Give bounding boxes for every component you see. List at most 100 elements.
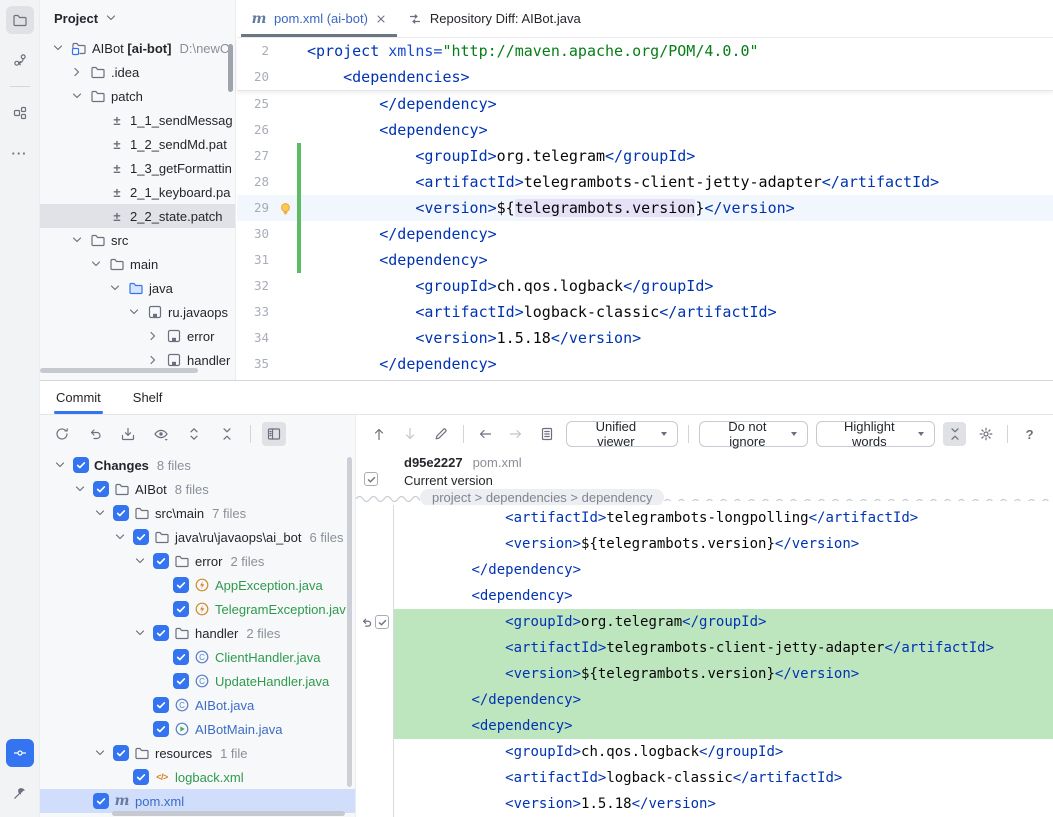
checkbox[interactable] [113, 745, 129, 761]
changes-tree-row[interactable]: src\main7 files [40, 501, 355, 525]
project-vertical-scrollbar[interactable] [228, 44, 233, 92]
stripe-more-button[interactable]: ··· [6, 139, 34, 167]
unified-viewer-dropdown[interactable]: Unified viewer [566, 421, 678, 447]
project-tree-row[interactable]: AIBot [ai-bot]D:\newC [40, 36, 235, 60]
project-panel-header[interactable]: Project [40, 0, 235, 36]
collapsed-region-separator[interactable]: project > dependencies > dependency [356, 489, 1053, 505]
changes-tree-row[interactable]: CAIBot.java [40, 693, 355, 717]
refresh-button[interactable] [50, 422, 74, 446]
arrow-down-button[interactable] [399, 422, 422, 446]
chevron-down-icon[interactable] [69, 88, 85, 104]
arrow-right-button[interactable] [505, 422, 528, 446]
expand-button[interactable] [182, 422, 206, 446]
changes-tree-row[interactable]: CUpdateHandler.java [40, 669, 355, 693]
project-tree-row[interactable]: patch [40, 84, 235, 108]
changes-tree-row[interactable]: mpom.xml [40, 789, 355, 813]
stripe-structure-button[interactable] [6, 99, 34, 127]
changes-tree-row[interactable]: AIBot8 files [40, 477, 355, 501]
editor-tab[interactable]: Repository Diff: AIBot.java [397, 0, 591, 37]
project-tree-row[interactable]: ru.javaops [40, 300, 235, 324]
chevron-down-icon[interactable] [69, 232, 85, 248]
undo-button[interactable] [83, 422, 107, 446]
chevron-down-icon[interactable] [92, 745, 108, 761]
changes-tree-row[interactable]: Changes8 files [40, 453, 355, 477]
changes-tree-row[interactable]: AppException.java [40, 573, 355, 597]
checkbox[interactable] [173, 673, 189, 689]
chevron-right-icon[interactable] [145, 352, 161, 368]
intention-bulb-icon[interactable] [277, 200, 293, 216]
editor-code[interactable]: 25 </dependency>26 <dependency>27 <group… [237, 91, 1053, 377]
checkbox[interactable] [133, 529, 149, 545]
stripe-vcs-button[interactable] [6, 46, 34, 74]
collapse-button[interactable] [943, 422, 966, 446]
toolwindow-tab-commit[interactable]: Commit [54, 381, 103, 414]
details-button[interactable] [262, 422, 286, 446]
changes-tree-row[interactable]: resources1 file [40, 741, 355, 765]
toolwindow-tab-shelf[interactable]: Shelf [131, 381, 165, 414]
changes-tree-row[interactable]: CClientHandler.java [40, 645, 355, 669]
diff-code[interactable]: <artifactId>telegrambots-longpolling</ar… [356, 505, 1053, 817]
arrow-left-button[interactable] [474, 422, 497, 446]
commit-vertical-scrollbar[interactable] [347, 457, 352, 787]
chevron-down-icon[interactable] [88, 256, 104, 272]
chevron-down-icon[interactable] [112, 529, 128, 545]
doc-button[interactable] [535, 422, 558, 446]
project-tree-row[interactable]: ±1_3_getFormattin [40, 156, 235, 180]
chevron-right-icon[interactable] [145, 328, 161, 344]
checkbox[interactable] [173, 601, 189, 617]
pencil-button[interactable] [430, 422, 453, 446]
project-tree-row[interactable]: ±2_1_keyboard.pa [40, 180, 235, 204]
do-not-ignore-dropdown[interactable]: Do not ignore [699, 421, 808, 447]
chevron-down-icon[interactable] [72, 481, 88, 497]
project-tree-row[interactable]: src [40, 228, 235, 252]
help-button[interactable]: ? [1018, 422, 1041, 446]
chevron-down-icon[interactable] [50, 40, 66, 56]
gear-button[interactable] [974, 422, 997, 446]
project-horizontal-scrollbar[interactable] [40, 368, 198, 373]
checkbox[interactable] [173, 649, 189, 665]
changes-tree-row[interactable]: java\ru\javaops\ai_bot6 files [40, 525, 355, 549]
changes-tree-row[interactable]: error2 files [40, 549, 355, 573]
checkbox[interactable] [153, 553, 169, 569]
chevron-down-icon[interactable] [92, 505, 108, 521]
chevron-down-icon[interactable] [132, 553, 148, 569]
rollback-change-icon[interactable] [359, 615, 373, 629]
project-tree-row[interactable]: java [40, 276, 235, 300]
project-tree-row[interactable]: ±2_2_state.patch [40, 204, 235, 228]
checkbox[interactable] [93, 481, 109, 497]
checkbox[interactable] [173, 577, 189, 593]
project-tree-row[interactable]: main [40, 252, 235, 276]
include-change-checkbox[interactable] [375, 615, 389, 629]
project-tree-row[interactable]: error [40, 324, 235, 348]
project-tree-row[interactable]: .idea [40, 60, 235, 84]
shelve-button[interactable] [116, 422, 140, 446]
checkbox[interactable] [73, 457, 89, 473]
changes-tree-row[interactable]: AIBotMain.java [40, 717, 355, 741]
chevron-down-icon[interactable] [126, 304, 142, 320]
checkbox[interactable] [153, 625, 169, 641]
stripe-commit-button[interactable] [6, 739, 34, 767]
checkbox[interactable] [133, 769, 149, 785]
project-tree-row[interactable]: ±1_1_sendMessag [40, 108, 235, 132]
editor-tab[interactable]: mpom.xml (ai-bot) [241, 0, 397, 37]
highlight-words-dropdown[interactable]: Highlight words [816, 421, 935, 447]
editor-sticky-lines[interactable]: 2<project xmlns="http://maven.apache.org… [237, 38, 1053, 91]
commit-horizontal-scrollbar[interactable] [112, 811, 345, 816]
changes-tree-row[interactable]: </>logback.xml [40, 765, 355, 789]
changes-tree-row[interactable]: handler2 files [40, 621, 355, 645]
project-tree-row[interactable]: ±1_2_sendMd.pat [40, 132, 235, 156]
checkbox[interactable] [153, 721, 169, 737]
collapse-button[interactable] [215, 422, 239, 446]
current-version-checkbox[interactable] [364, 472, 378, 486]
changes-tree-row[interactable]: TelegramException.jav [40, 597, 355, 621]
chevron-down-icon[interactable] [132, 625, 148, 641]
checkbox[interactable] [113, 505, 129, 521]
stripe-hammer-button[interactable] [6, 779, 34, 807]
stripe-folder-button[interactable] [6, 6, 34, 34]
checkbox[interactable] [93, 793, 109, 809]
close-tab-icon[interactable] [375, 13, 387, 25]
arrow-up-button[interactable] [368, 422, 391, 446]
chevron-down-icon[interactable] [52, 457, 68, 473]
chevron-down-icon[interactable] [107, 280, 123, 296]
checkbox[interactable] [153, 697, 169, 713]
